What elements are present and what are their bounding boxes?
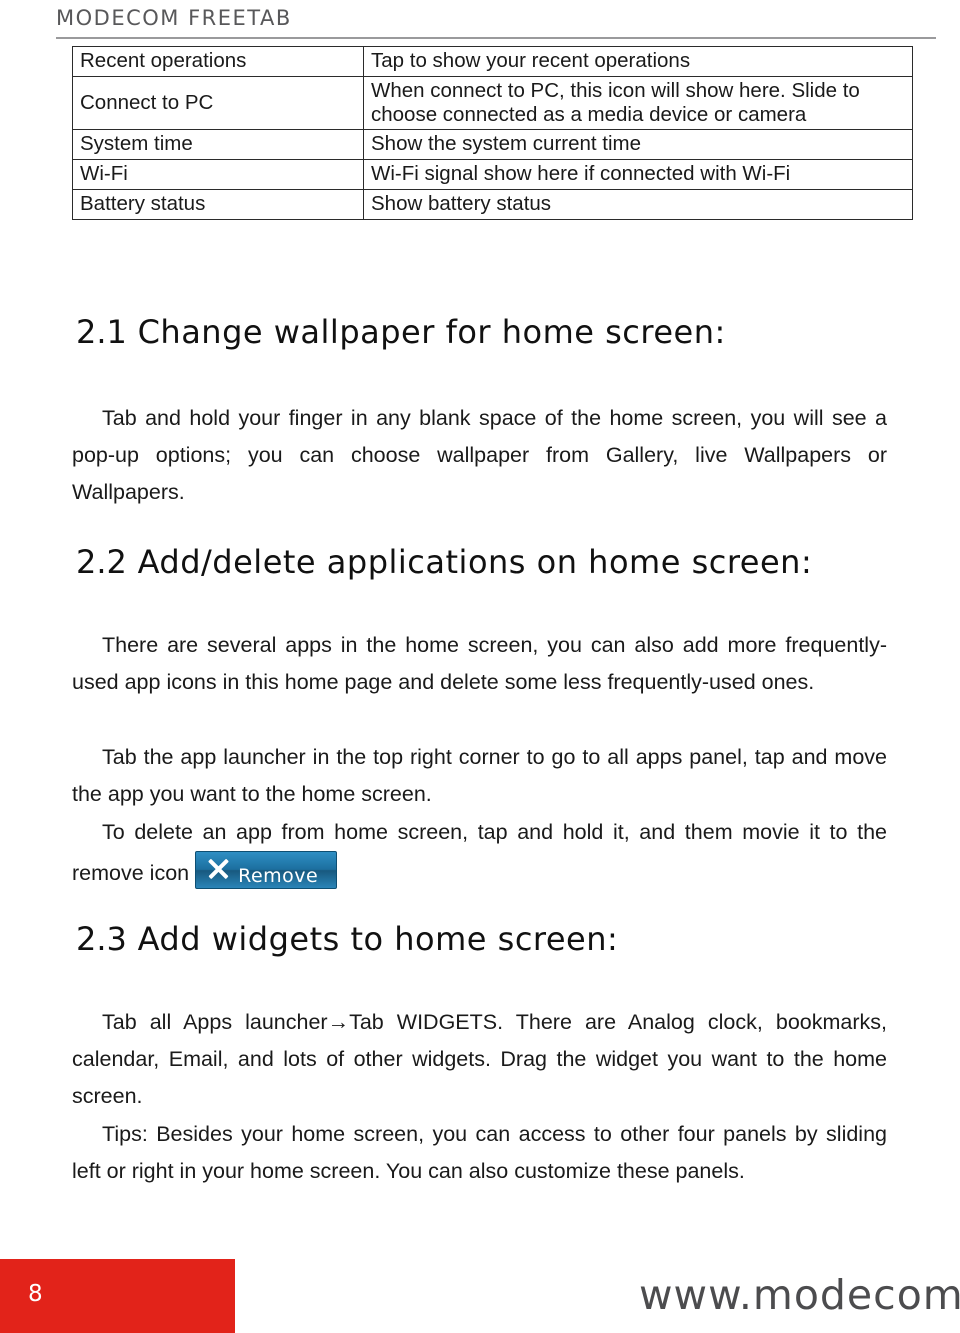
section-title: Add widgets to home screen:	[137, 920, 619, 958]
paragraph-2-2-1: There are several apps in the home scree…	[72, 627, 887, 701]
section-number: 2.3	[76, 920, 127, 958]
section-title: Change wallpaper for home screen:	[137, 313, 726, 351]
paragraph-2-3-1: Tab all Apps launcher→Tab WIDGETS. There…	[72, 1004, 887, 1115]
section-number: 2.2	[76, 543, 127, 581]
table-cell-desc: Show battery status	[363, 188, 913, 220]
paragraph-2-2-2: Tab the app launcher in the top right co…	[72, 739, 887, 813]
remove-icon-chip: Remove	[195, 851, 338, 889]
paragraph-2-1-1: Tab and hold your finger in any blank sp…	[72, 400, 887, 511]
table-cell-label: Recent operations	[72, 46, 364, 77]
footer-website: www.modecom.eu	[639, 1271, 960, 1319]
table-cell-desc: When connect to PC, this icon will show …	[363, 75, 913, 131]
table-row: Connect to PC When connect to PC, this i…	[72, 75, 913, 131]
paragraph-text: Tips: Besides your home screen, you can …	[72, 1122, 887, 1183]
table-cell-desc: Tap to show your recent operations	[363, 46, 913, 77]
header-divider	[56, 37, 936, 39]
page-footer: 8 www.modecom.eu	[0, 1259, 960, 1333]
table-row: Wi-Fi Wi-Fi signal show here if connecte…	[72, 159, 913, 190]
page-header: MODECOM FREETAB	[0, 0, 960, 40]
remove-icon-label: Remove	[238, 865, 319, 887]
footer-accent-block: 8	[0, 1259, 235, 1333]
table-row: System time Show the system current time	[72, 129, 913, 161]
paragraph-2-3-2: Tips: Besides your home screen, you can …	[72, 1116, 887, 1190]
table-cell-label: Wi-Fi	[72, 159, 364, 190]
section-heading-2-1: 2.1 Change wallpaper for home screen:	[76, 313, 726, 351]
table-row: Recent operations Tap to show your recen…	[72, 46, 913, 77]
paragraph-2-2-3: To delete an app from home screen, tap a…	[72, 814, 887, 892]
table-cell-desc: Show the system current time	[363, 129, 913, 161]
section-heading-2-2: 2.2 Add/delete applications on home scre…	[76, 543, 812, 581]
status-bar-icons-table: Recent operations Tap to show your recen…	[72, 46, 913, 220]
paragraph-text: Tab all Apps launcher→Tab WIDGETS. There…	[72, 1010, 887, 1108]
paragraph-text: Tab and hold your finger in any blank sp…	[72, 406, 887, 504]
table-cell-label: System time	[72, 129, 364, 161]
table-cell-label: Connect to PC	[72, 75, 364, 131]
x-icon	[206, 857, 230, 881]
paragraph-text: Tab the app launcher in the top right co…	[72, 745, 887, 806]
section-heading-2-3: 2.3 Add widgets to home screen:	[76, 920, 618, 958]
table-cell-label: Battery status	[72, 188, 364, 220]
table-cell-desc: Wi-Fi signal show here if connected with…	[363, 159, 913, 190]
footer-website-block: www.modecom.eu	[235, 1259, 960, 1333]
section-number: 2.1	[76, 313, 127, 351]
table-row: Battery status Show battery status	[72, 188, 913, 220]
section-title: Add/delete applications on home screen:	[137, 543, 813, 581]
brand-title: MODECOM FREETAB	[56, 6, 292, 30]
page-number: 8	[28, 1281, 43, 1307]
paragraph-text: There are several apps in the home scree…	[72, 633, 887, 694]
